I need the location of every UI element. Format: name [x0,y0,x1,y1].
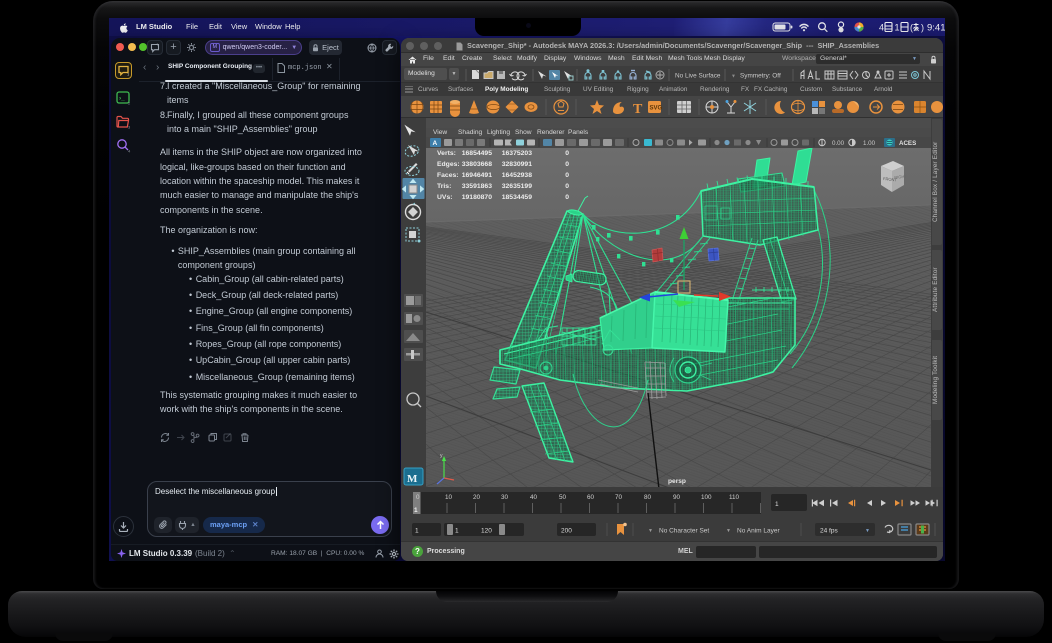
svg-text:Tris:: Tris: [437,183,451,190]
svg-text:32830991: 32830991 [502,161,532,168]
svg-text:(: ( [910,23,913,33]
svg-text:M: M [407,473,418,485]
svg-text:0: 0 [565,150,569,157]
svg-text:32635199: 32635199 [502,183,532,190]
svg-text:9:41: 9:41 [927,23,945,34]
svg-text:Symmetry: Off: Symmetry: Off [740,72,781,79]
svg-text:persp: persp [668,478,686,485]
svg-text:▼: ▼ [865,528,870,534]
svg-text:33803668: 33803668 [462,161,492,168]
svg-text:16375203: 16375203 [502,150,532,157]
svg-text:Renderer: Renderer [537,129,565,136]
svg-text:33591863: 33591863 [462,183,492,190]
svg-text:View: View [433,129,447,136]
svg-text:1: 1 [415,528,419,535]
svg-text:120: 120 [481,528,492,535]
svg-text:1: 1 [127,72,129,77]
svg-text:1.00: 1.00 [863,140,876,147]
svg-text:60: 60 [587,494,595,501]
svg-text:2: 2 [128,101,131,106]
svg-text:Shading: Shading [458,129,483,136]
svg-text:16946491: 16946491 [462,172,492,179]
svg-text:A: A [433,140,438,147]
svg-text:90: 90 [673,494,681,501]
svg-text:No Live Surface: No Live Surface [675,72,721,79]
svg-text:18534459: 18534459 [502,194,532,201]
svg-text:19180870: 19180870 [462,194,492,201]
svg-text:70: 70 [615,494,623,501]
svg-text:Faces:: Faces: [437,172,459,179]
svg-text:Show: Show [515,129,532,136]
svg-text:0.00: 0.00 [832,140,845,147]
svg-text:0: 0 [565,194,569,201]
svg-text:1: 1 [895,23,900,33]
svg-text:10: 10 [445,494,453,501]
svg-text:100: 100 [701,494,712,501]
svg-text:▼: ▼ [726,528,731,534]
svg-text:200: 200 [561,528,572,535]
svg-text:4: 4 [128,149,131,154]
svg-text:80: 80 [644,494,652,501]
svg-text:0: 0 [565,172,569,179]
svg-text:0: 0 [565,183,569,190]
svg-text:0: 0 [565,161,569,168]
svg-text:50: 50 [559,494,567,501]
svg-text:1: 1 [455,528,459,535]
svg-text:No Character Set: No Character Set [659,528,709,535]
svg-text:4: 4 [879,23,884,33]
svg-text:Panels: Panels [568,129,589,136]
svg-text:16452938: 16452938 [502,172,532,179]
svg-text:16854495: 16854495 [462,150,492,157]
svg-text:Edges:: Edges: [437,161,460,168]
svg-text:0: 0 [416,494,420,501]
svg-text:1: 1 [414,507,418,514]
svg-text:24 fps: 24 fps [820,528,838,535]
svg-text:▼: ▼ [731,73,736,79]
svg-text:UVs:: UVs: [437,194,453,201]
svg-text:Lighting: Lighting [487,129,510,136]
svg-text:110: 110 [729,494,740,501]
svg-text:20: 20 [473,494,481,501]
svg-text:40: 40 [530,494,538,501]
svg-text:1: 1 [775,501,779,508]
svg-text:SVG: SVG [650,105,663,111]
svg-text:30: 30 [501,494,509,501]
svg-text:): ) [921,23,924,33]
svg-text:3: 3 [128,125,131,130]
svg-text:›_: ›_ [119,95,125,102]
svg-text:Verts:: Verts: [437,150,456,157]
svg-text:▼: ▼ [648,528,653,534]
svg-text:T: T [633,102,643,117]
svg-text:No Anim Layer: No Anim Layer [737,528,780,535]
svg-text:ACES: ACES [899,140,916,147]
